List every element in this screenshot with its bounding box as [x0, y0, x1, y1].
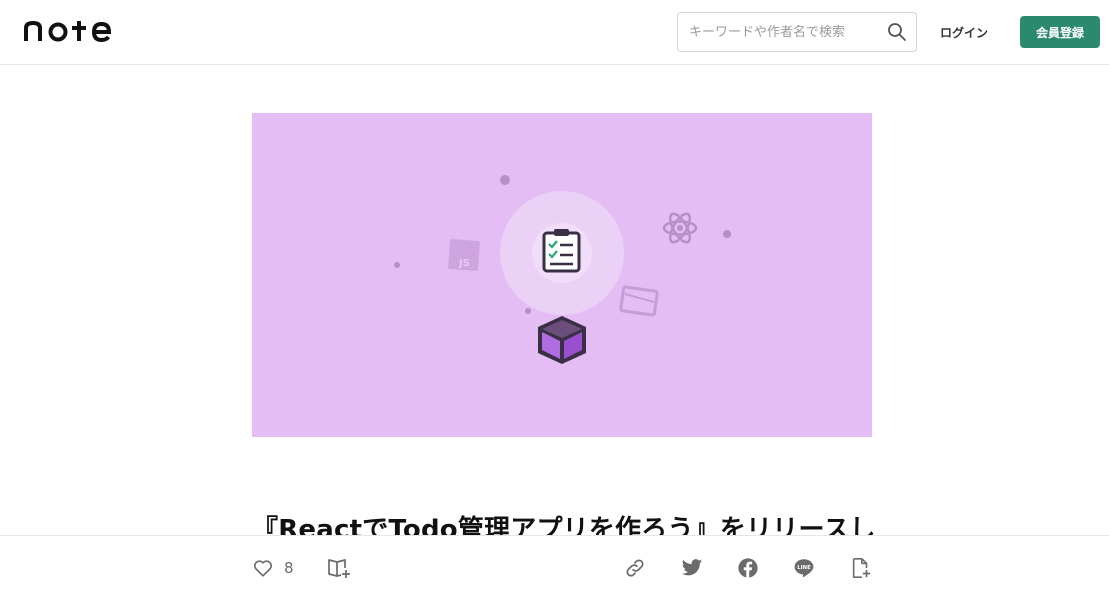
magazine-add-icon — [328, 559, 350, 578]
decor-dot — [723, 230, 731, 238]
js-badge-text: JS — [458, 258, 470, 269]
clipboard-checklist-icon — [542, 229, 581, 273]
article-eyecatch-image: JS — [252, 113, 872, 437]
cube-icon — [538, 316, 586, 364]
search-icon[interactable] — [886, 21, 908, 43]
decor-dot — [500, 175, 510, 185]
search-input[interactable] — [687, 23, 886, 41]
article-action-bar: 8 LINE — [0, 535, 1109, 600]
like-count: 8 — [284, 559, 294, 577]
note-logo-mark — [24, 20, 112, 43]
note-logo[interactable] — [24, 14, 124, 48]
login-link[interactable]: ログイン — [930, 20, 998, 44]
heart-icon — [253, 560, 273, 577]
line-icon: LINE — [794, 559, 814, 578]
add-to-magazine-button[interactable] — [327, 556, 351, 580]
link-icon — [626, 559, 644, 577]
facebook-icon — [738, 558, 758, 578]
eyecatch-illustration: JS — [394, 175, 731, 364]
decor-dot — [525, 308, 531, 314]
twitter-icon — [681, 559, 703, 576]
svg-text:LINE: LINE — [797, 565, 811, 571]
embed-icon — [852, 558, 871, 578]
decor-dot — [394, 262, 400, 268]
embed-button[interactable] — [850, 556, 872, 580]
share-facebook-button[interactable] — [737, 556, 759, 580]
share-line-button[interactable]: LINE — [793, 556, 815, 580]
folder-icon — [619, 285, 659, 317]
site-header: ログイン 会員登録 — [0, 0, 1109, 65]
share-twitter-button[interactable] — [681, 556, 703, 580]
search-box[interactable] — [677, 12, 917, 52]
copy-link-button[interactable] — [624, 556, 646, 580]
like-button[interactable]: 8 — [252, 556, 294, 580]
react-atom-icon — [662, 212, 698, 244]
js-file-icon: JS — [448, 239, 480, 271]
signup-button[interactable]: 会員登録 — [1020, 16, 1100, 48]
